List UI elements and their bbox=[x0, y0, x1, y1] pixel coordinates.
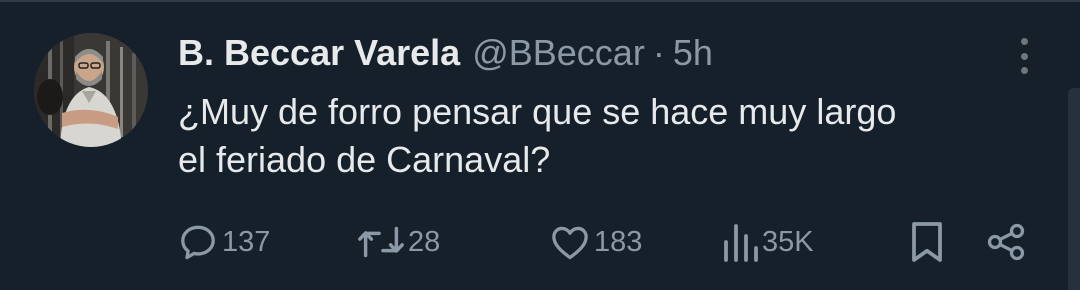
separator-dot: · bbox=[652, 32, 665, 73]
more-dot-icon bbox=[1020, 38, 1028, 45]
tweet-header: B. Beccar Varela @BBeccar · 5h bbox=[178, 30, 713, 76]
heart-icon bbox=[552, 226, 588, 260]
action-bar: 137 28 183 35K bbox=[0, 218, 1080, 266]
timestamp[interactable]: 5h bbox=[673, 32, 713, 74]
views-icon bbox=[724, 224, 758, 262]
share-button[interactable] bbox=[984, 218, 1028, 266]
views-count: 35K bbox=[762, 225, 814, 258]
like-count: 183 bbox=[594, 225, 643, 258]
avatar[interactable] bbox=[34, 33, 148, 147]
tweet-text-line: el feriado de Carnaval? bbox=[178, 139, 551, 180]
retweet-count: 28 bbox=[408, 225, 441, 258]
display-name[interactable]: B. Beccar Varela bbox=[178, 32, 460, 74]
handle[interactable]: @BBeccar bbox=[472, 32, 645, 74]
share-icon bbox=[987, 223, 1025, 261]
bookmark-icon bbox=[912, 222, 942, 262]
more-dot-icon bbox=[1020, 67, 1028, 74]
divider bbox=[0, 0, 1080, 2]
tweet-card[interactable]: B. Beccar Varela @BBeccar · 5h ¿Muy de f… bbox=[0, 0, 1080, 290]
tweet-text-line: ¿Muy de forro pensar que se hace muy lar… bbox=[178, 91, 897, 132]
reply-button[interactable]: 137 bbox=[176, 218, 270, 266]
reply-icon bbox=[181, 225, 215, 260]
retweet-icon bbox=[358, 226, 404, 258]
like-button[interactable]: 183 bbox=[548, 218, 642, 266]
retweet-button[interactable]: 28 bbox=[356, 218, 440, 266]
more-dot-icon bbox=[1020, 52, 1028, 60]
views-button[interactable]: 35K bbox=[720, 218, 814, 266]
tweet-text: ¿Muy de forro pensar que se hace muy lar… bbox=[178, 88, 1048, 184]
reply-count: 137 bbox=[222, 225, 271, 258]
avatar-photo bbox=[34, 33, 148, 147]
bookmark-button[interactable] bbox=[908, 218, 946, 266]
more-options-button[interactable] bbox=[1006, 36, 1042, 76]
